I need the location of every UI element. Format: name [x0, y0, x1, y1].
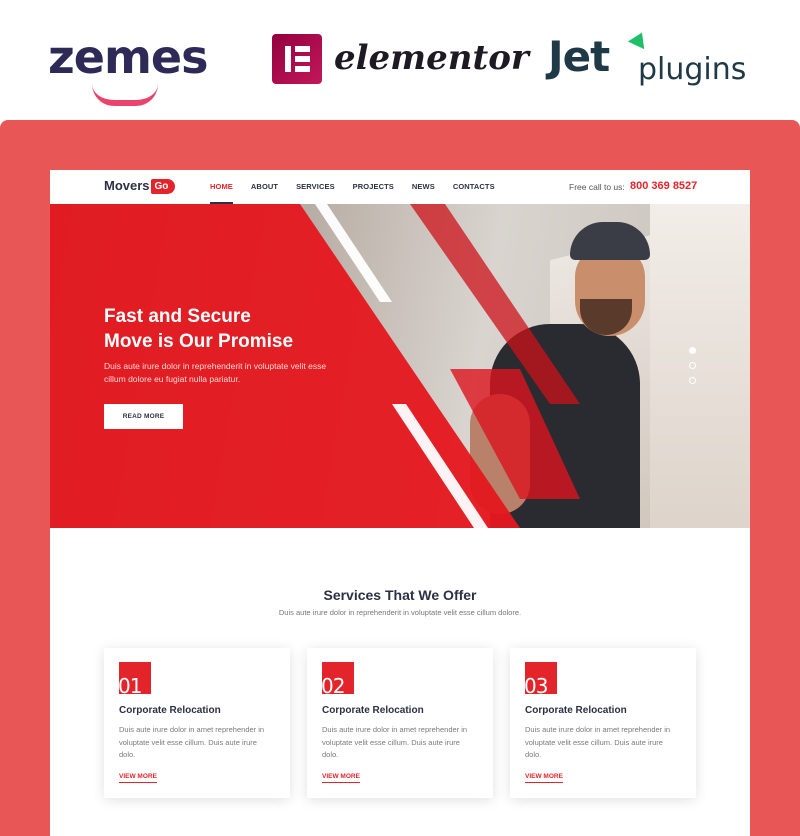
hero-slider: Fast and Secure Move is Our Promise Duis… — [50, 204, 750, 528]
services-title: Services That We Offer — [323, 587, 477, 603]
brand-logos-band: zemes elementor Jet plugins — [0, 0, 800, 120]
view-more-link[interactable]: VIEW MORE — [322, 773, 360, 783]
view-more-link[interactable]: VIEW MORE — [119, 773, 157, 783]
zemes-wordmark: zemes — [48, 30, 209, 84]
service-number: 03 — [525, 662, 557, 694]
nav-services[interactable]: SERVICES — [296, 170, 335, 204]
service-text: Duis aute irure dolor in amet reprehende… — [525, 725, 671, 759]
elementor-logo: elementor — [272, 34, 529, 86]
logo-badge: Go — [150, 179, 176, 194]
service-title: Corporate Relocation — [525, 705, 627, 716]
service-number: 02 — [322, 662, 354, 694]
call-label: Free call to us: — [569, 182, 625, 192]
main-nav: HOME ABOUT SERVICES PROJECTS NEWS CONTAC… — [210, 170, 513, 204]
plugins-wordmark: plugins — [638, 52, 747, 87]
zemes-logo: zemes — [48, 28, 209, 106]
services-subtitle: Duis aute irure dolor in reprehenderit i… — [278, 608, 522, 617]
nav-news[interactable]: NEWS — [412, 170, 435, 204]
website-preview: Movers Go HOME ABOUT SERVICES PROJECTS NE… — [50, 170, 750, 836]
hero-text: Duis aute irure dolor in reprehenderit i… — [104, 361, 327, 384]
nav-about[interactable]: ABOUT — [251, 170, 278, 204]
slider-dot-2[interactable] — [689, 362, 696, 369]
site-header: Movers Go HOME ABOUT SERVICES PROJECTS NE… — [50, 170, 750, 204]
hero-title: Fast and Secure Move is Our Promise — [104, 306, 294, 352]
jetplugins-logo: Jet plugins — [548, 28, 758, 92]
logo-text: Movers — [104, 178, 150, 193]
slider-pagination — [689, 347, 696, 392]
service-card: 01 Corporate Relocation Duis aute irure … — [104, 648, 290, 798]
slider-dot-3[interactable] — [689, 377, 696, 384]
nav-home[interactable]: HOME — [210, 170, 233, 204]
site-logo[interactable]: Movers Go — [104, 178, 176, 194]
slider-dot-1[interactable] — [689, 347, 696, 354]
service-card: 02 Corporate Relocation Duis aute irure … — [307, 648, 493, 798]
service-number: 01 — [119, 662, 151, 694]
elementor-wordmark: elementor — [334, 38, 529, 78]
elementor-icon — [272, 34, 322, 84]
nav-projects[interactable]: PROJECTS — [353, 170, 394, 204]
service-title: Corporate Relocation — [119, 705, 221, 716]
service-card: 03 Corporate Relocation Duis aute irure … — [510, 648, 696, 798]
read-more-button[interactable]: READ MORE — [104, 404, 183, 429]
view-more-link[interactable]: VIEW MORE — [525, 773, 563, 783]
jet-wordmark: Jet — [548, 32, 610, 81]
zemes-smile-icon — [92, 84, 158, 106]
call-number[interactable]: 800 369 8527 — [630, 179, 697, 193]
service-title: Corporate Relocation — [322, 705, 424, 716]
nav-contacts[interactable]: CONTACTS — [453, 170, 495, 204]
service-text: Duis aute irure dolor in amet reprehende… — [322, 725, 468, 759]
jet-triangle-icon — [627, 28, 651, 50]
service-text: Duis aute irure dolor in amet reprehende… — [119, 725, 265, 759]
